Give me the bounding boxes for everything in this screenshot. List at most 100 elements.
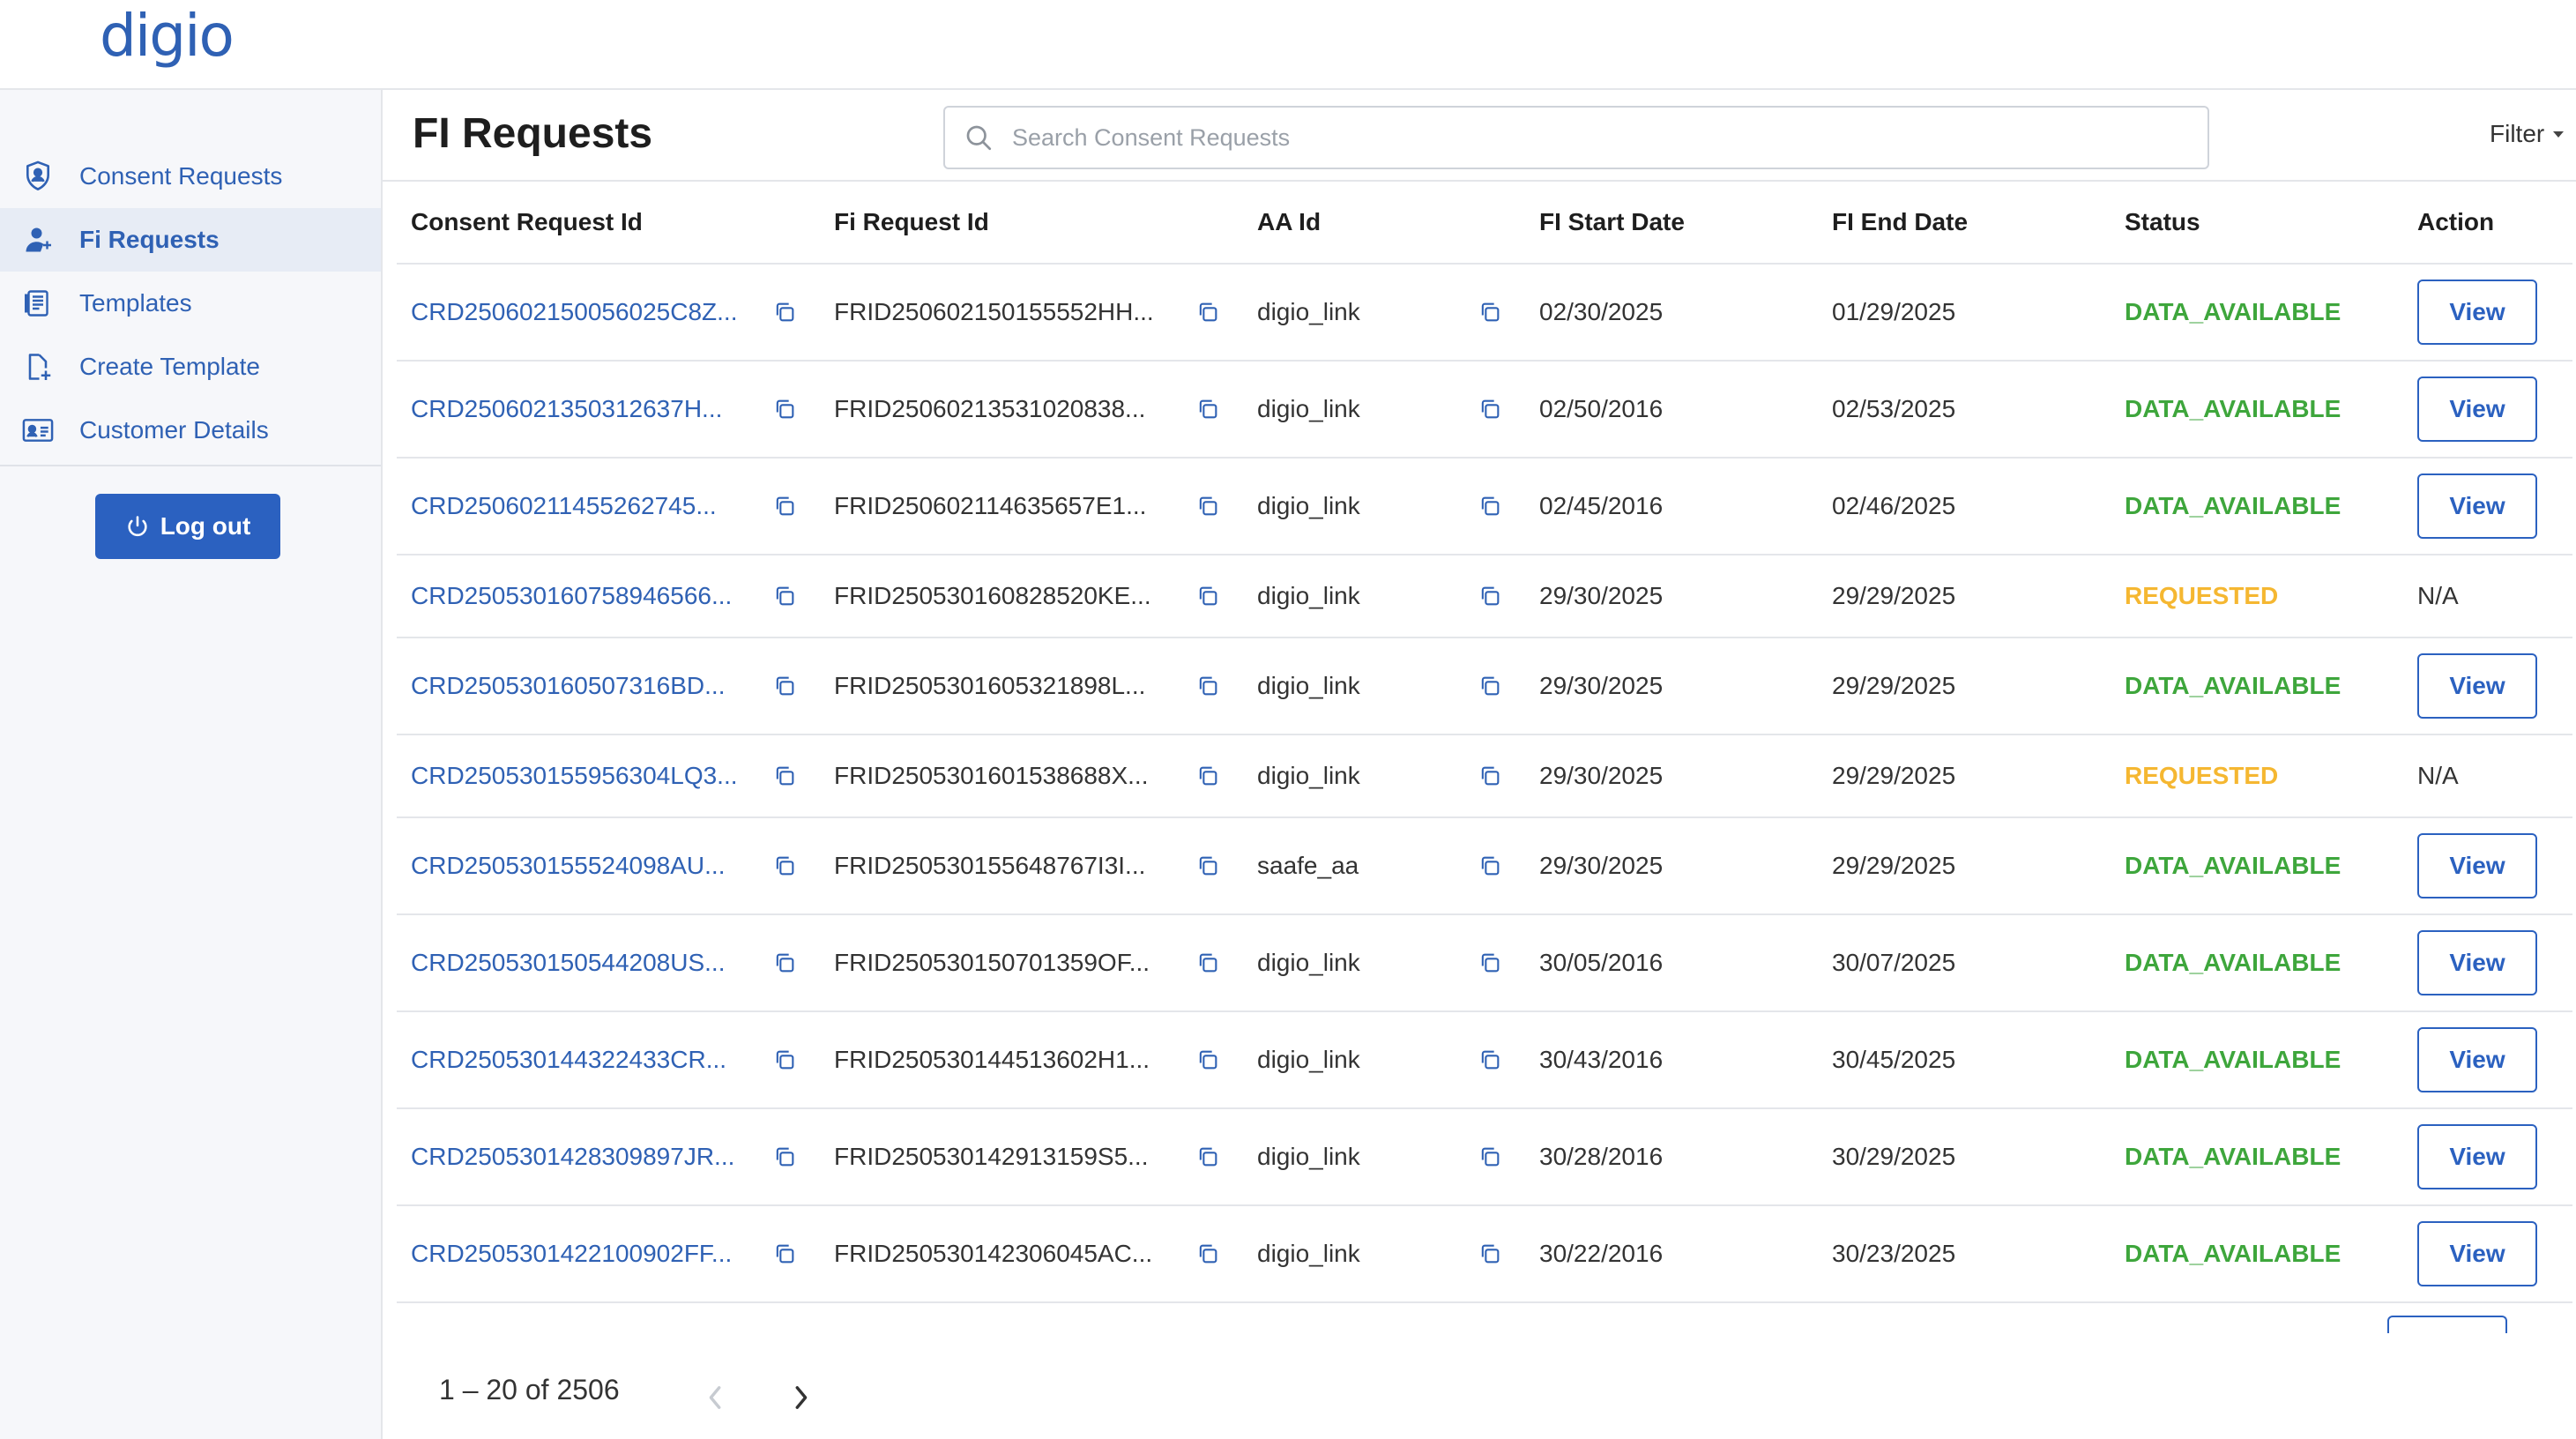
table-header-row: Consent Request Id Fi Request Id AA Id FI S… [397, 182, 2572, 265]
search-box[interactable] [943, 106, 2209, 169]
copy-icon[interactable] [772, 764, 797, 788]
copy-icon[interactable] [772, 951, 797, 975]
copy-icon[interactable] [772, 1048, 797, 1072]
table-row: CRD25060211455262745... FRID2506021146356… [397, 458, 2572, 555]
copy-icon[interactable] [1478, 300, 1502, 324]
column-header-fi-start-date: FI Start Date [1525, 182, 1818, 265]
view-button[interactable]: View [2417, 1124, 2537, 1189]
copy-icon[interactable] [772, 397, 797, 421]
fi-end-date: 30/45/2025 [1832, 1046, 1956, 1073]
consent-request-id-link[interactable]: CRD25060211455262745... [411, 492, 717, 520]
fi-request-id: FRID250602114635657E1... [834, 492, 1147, 519]
copy-icon[interactable] [1478, 584, 1502, 608]
sidebar-item-customer-details[interactable]: Customer Details [0, 399, 381, 462]
copy-icon[interactable] [1478, 397, 1502, 421]
table-row: CRD250530150544208US... FRID2505301507013… [397, 914, 2572, 1012]
copy-icon[interactable] [772, 1144, 797, 1169]
next-page-button[interactable] [790, 1384, 811, 1415]
copy-icon[interactable] [1195, 674, 1220, 698]
copy-icon[interactable] [1478, 1144, 1502, 1169]
consent-request-id-link[interactable]: CRD250530155956304LQ3... [411, 762, 738, 790]
view-button[interactable]: View [2417, 1027, 2537, 1092]
copy-icon[interactable] [772, 494, 797, 518]
power-icon [128, 516, 147, 537]
copy-icon[interactable] [1195, 951, 1220, 975]
view-button[interactable]: View [2417, 653, 2537, 719]
consent-request-id-link[interactable]: CRD250530160507316BD... [411, 672, 725, 700]
copy-icon[interactable] [1195, 300, 1220, 324]
fi-request-id: FRID250530160828520KE... [834, 582, 1151, 609]
consent-request-id-link[interactable]: CRD2505301422100902FF... [411, 1240, 732, 1268]
fi-start-date: 29/30/2025 [1539, 762, 1664, 789]
column-header-aa-id: AA Id [1243, 182, 1525, 265]
copy-icon[interactable] [1195, 764, 1220, 788]
copy-icon[interactable] [1478, 494, 1502, 518]
copy-icon[interactable] [1478, 854, 1502, 878]
copy-icon[interactable] [1478, 674, 1502, 698]
sidebar-item-templates[interactable]: Templates [0, 272, 381, 335]
status-badge: DATA_AVAILABLE [2125, 298, 2341, 325]
document-icon [19, 285, 56, 322]
view-button-partial[interactable] [2387, 1316, 2507, 1333]
status-badge: DATA_AVAILABLE [2125, 949, 2341, 976]
table-row: CRD250530155524098AU... FRID2505301556487… [397, 817, 2572, 915]
consent-request-id-link[interactable]: CRD250530155524098AU... [411, 852, 725, 880]
sidebar-item-create-template[interactable]: Create Template [0, 335, 381, 399]
pagination-range: 1 – 20 of 2506 [439, 1374, 620, 1405]
copy-icon[interactable] [1195, 1144, 1220, 1169]
view-button[interactable]: View [2417, 377, 2537, 442]
copy-icon[interactable] [1478, 951, 1502, 975]
consent-request-id-link[interactable]: CRD2506021350312637H... [411, 395, 722, 423]
copy-icon[interactable] [1195, 854, 1220, 878]
copy-icon[interactable] [772, 1241, 797, 1266]
sidebar-item-consent-requests[interactable]: Consent Requests [0, 145, 381, 208]
copy-icon[interactable] [772, 584, 797, 608]
logout-button[interactable]: Log out [95, 494, 280, 559]
status-badge: DATA_AVAILABLE [2125, 672, 2341, 699]
view-button[interactable]: View [2417, 473, 2537, 539]
aa-id: digio_link [1257, 1240, 1360, 1267]
consent-request-id-link[interactable]: CRD250530160758946566... [411, 582, 732, 610]
copy-icon[interactable] [1478, 764, 1502, 788]
copy-icon[interactable] [1195, 494, 1220, 518]
view-button[interactable]: View [2417, 833, 2537, 898]
copy-icon[interactable] [772, 854, 797, 878]
copy-icon[interactable] [1195, 1048, 1220, 1072]
search-icon [966, 125, 992, 151]
caret-down-icon [2553, 130, 2565, 138]
view-button[interactable]: View [2417, 280, 2537, 345]
copy-icon[interactable] [1195, 1241, 1220, 1266]
copy-icon[interactable] [772, 300, 797, 324]
fi-start-date: 02/45/2016 [1539, 492, 1664, 519]
table-row: CRD250530144322433CR... FRID2505301445136… [397, 1011, 2572, 1109]
fi-requests-table-container[interactable]: Consent Request Id Fi Request Id AA Id FI S… [397, 182, 2572, 1423]
copy-icon[interactable] [1195, 397, 1220, 421]
copy-icon[interactable] [772, 674, 797, 698]
consent-request-id-link[interactable]: CRD250602150056025C8Z... [411, 298, 737, 326]
digio-logo[interactable]: digio [100, 2, 235, 70]
fi-end-date: 29/29/2025 [1832, 582, 1956, 609]
table-row: CRD2505301428309897JR... FRID250530142913… [397, 1108, 2572, 1206]
aa-id: digio_link [1257, 298, 1360, 325]
fi-start-date: 30/28/2016 [1539, 1143, 1664, 1170]
sidebar-item-fi-requests[interactable]: Fi Requests [0, 208, 381, 272]
search-input[interactable] [1010, 123, 2160, 153]
filter-dropdown[interactable]: Filter [2490, 120, 2565, 148]
previous-page-button[interactable] [705, 1384, 726, 1415]
view-button[interactable]: View [2417, 1221, 2537, 1286]
sidebar-item-label: Customer Details [79, 416, 269, 444]
consent-request-id-link[interactable]: CRD250530144322433CR... [411, 1046, 726, 1074]
consent-request-id-link[interactable]: CRD250530150544208US... [411, 949, 725, 977]
fi-start-date: 30/43/2016 [1539, 1046, 1664, 1073]
fi-request-id: FRID2505301605321898L... [834, 672, 1146, 699]
sidebar-divider [0, 465, 381, 466]
action-na: N/A [2417, 762, 2459, 789]
aa-id: digio_link [1257, 395, 1360, 422]
consent-request-id-link[interactable]: CRD2505301428309897JR... [411, 1143, 734, 1171]
copy-icon[interactable] [1195, 584, 1220, 608]
view-button[interactable]: View [2417, 930, 2537, 995]
copy-icon[interactable] [1478, 1241, 1502, 1266]
copy-icon[interactable] [1478, 1048, 1502, 1072]
fi-request-id: FRID250530150701359OF... [834, 949, 1150, 976]
status-badge: DATA_AVAILABLE [2125, 1240, 2341, 1267]
